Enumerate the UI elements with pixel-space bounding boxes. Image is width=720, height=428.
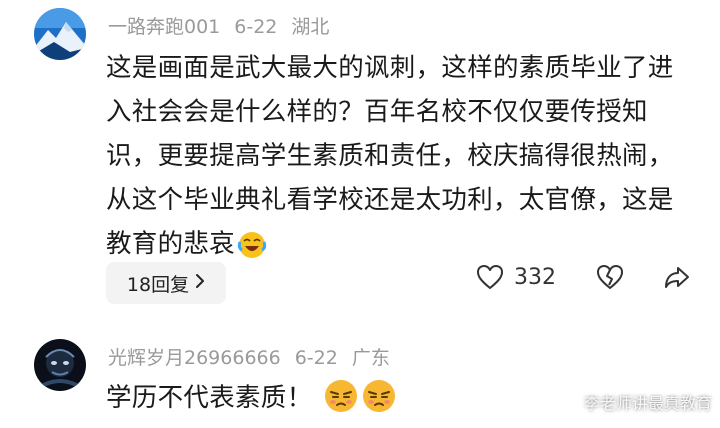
dislike-button[interactable]: [596, 264, 624, 290]
chevron-right-icon: [195, 272, 205, 294]
comment-meta: 光辉岁月26966666 6-22 广东: [108, 343, 404, 370]
laughing-crying-emoji: [237, 230, 267, 274]
replies-label: 18回复: [126, 273, 190, 296]
snow-mountain-avatar[interactable]: [34, 8, 86, 60]
comment-meta: 一路奔跑001 6-22 湖北: [108, 12, 343, 39]
comment-body: 学历不代表素质！: [106, 383, 313, 413]
comment-text: 学历不代表素质！: [106, 376, 506, 428]
share-arrow-icon: [664, 265, 690, 289]
like-button[interactable]: 332: [476, 264, 596, 290]
comment-actions: 332: [476, 264, 690, 290]
comment-text: 这是画面是武大最大的讽刺，这样的素质毕业了进入社会会是什么样的？百年名校不仅仅要…: [106, 46, 696, 274]
comment-location: 广东: [351, 347, 390, 369]
broken-heart-icon: [596, 264, 624, 290]
dark-portrait-avatar[interactable]: [34, 339, 86, 391]
comment-date: 6-22: [234, 16, 278, 38]
username[interactable]: 光辉岁月26966666: [108, 347, 281, 369]
annoyed-face-emoji: [361, 378, 397, 428]
comment-date: 6-22: [294, 347, 338, 369]
watermark: 李老师讲最真教育: [583, 394, 712, 413]
comment-item: 一路奔跑001 6-22 湖北 这是画面是武大最大的讽刺，这样的素质毕业了进入社会会…: [0, 0, 720, 320]
comment-body: 这是画面是武大最大的讽刺，这样的素质毕业了进入社会会是什么样的？百年名校不仅仅要…: [106, 53, 674, 259]
heart-icon: [476, 264, 504, 290]
username[interactable]: 一路奔跑001: [108, 16, 220, 38]
like-count: 332: [514, 264, 556, 290]
annoyed-face-emoji: [323, 378, 359, 428]
replies-button[interactable]: 18回复: [106, 262, 226, 304]
comment-location: 湖北: [291, 16, 330, 38]
share-button[interactable]: [664, 265, 690, 289]
